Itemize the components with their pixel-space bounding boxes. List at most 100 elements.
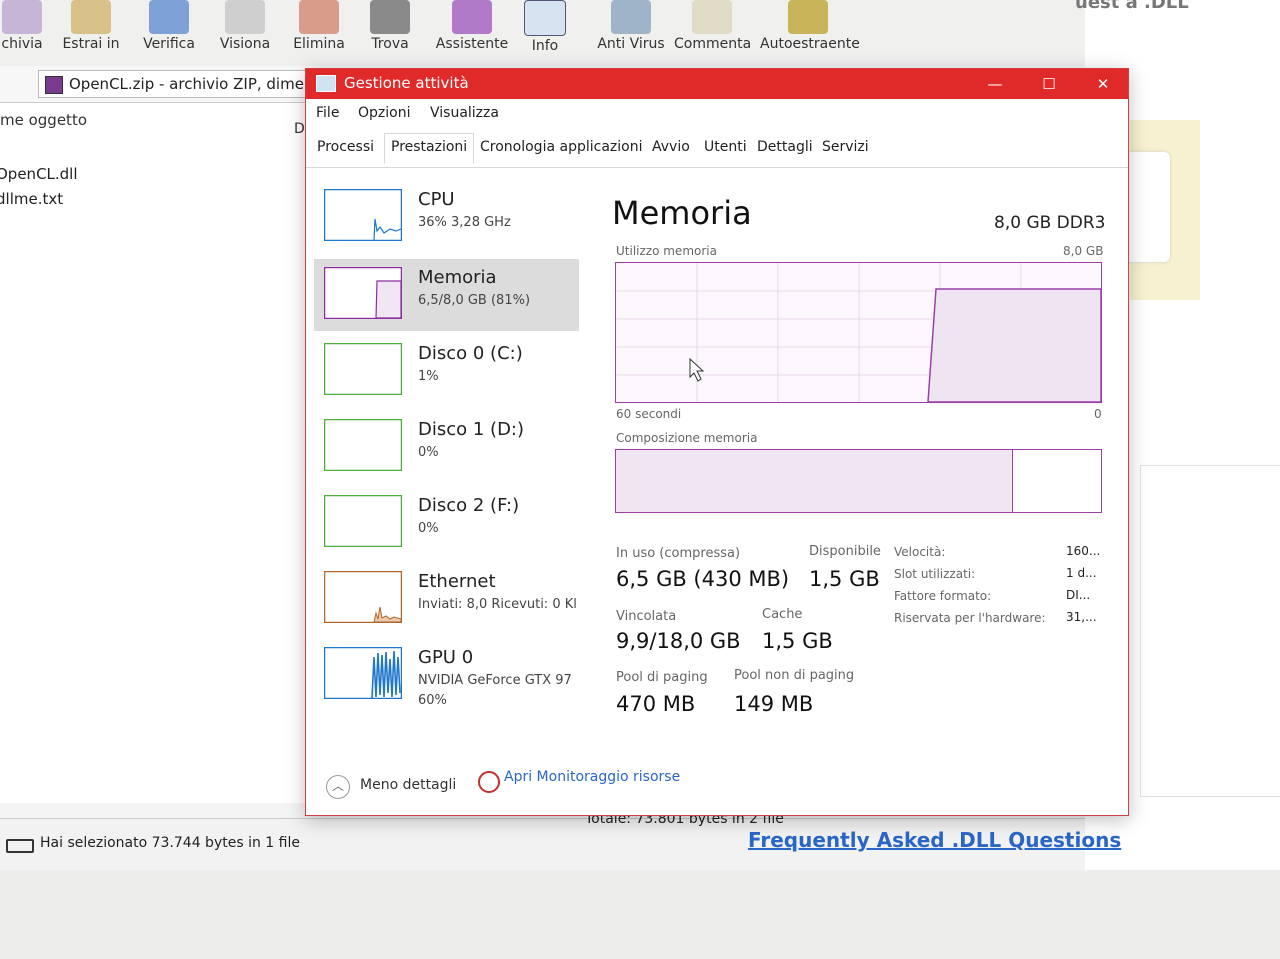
test-icon <box>149 0 189 34</box>
chevron-up-icon[interactable]: ︿ <box>326 775 350 799</box>
sidebar-item-value: Inviati: 8,0 Ricevuti: 0 Kl <box>418 597 577 612</box>
axis-left-label: 60 secondi <box>616 407 682 421</box>
ethernet-mini-graph <box>324 571 402 623</box>
mini-graph-frame <box>324 419 402 471</box>
tab-performance[interactable]: Prestazioni <box>384 133 475 164</box>
tab-strip: Processi Prestazioni Cronologia applicaz… <box>306 131 1128 168</box>
composition-label: Composizione memoria <box>616 431 758 445</box>
resource-sidebar: CPU 36% 3,28 GHz Memoria 6,5/8,0 GB (81%… <box>314 175 579 765</box>
toolbar-info-button[interactable]: Info <box>520 0 570 54</box>
minimize-button[interactable]: — <box>972 71 1018 97</box>
menu-file[interactable]: File <box>316 105 339 121</box>
maximize-button[interactable]: ☐ <box>1026 71 1072 97</box>
form-factor-label: Fattore formato: <box>894 589 992 603</box>
disk-0-mini-graph <box>324 343 402 395</box>
sidebar-item-label: Disco 0 (C:) <box>418 343 523 364</box>
resource-monitor-icon <box>478 771 500 793</box>
sidebar-item-disk-0[interactable]: Disco 0 (C:) 1% <box>314 335 579 407</box>
toolbar-sfx-button[interactable]: Autoestraente <box>760 0 860 52</box>
toolbar-archive-button[interactable]: chivia <box>0 0 48 52</box>
archive-path-field[interactable]: OpenCL.zip - archivio ZIP, dime <box>38 70 350 98</box>
sidebar-item-disk-2[interactable]: Disco 2 (F:) 0% <box>314 487 579 559</box>
tab-services[interactable]: Servizi <box>822 139 869 155</box>
memory-mini-graph <box>324 267 402 319</box>
sidebar-item-gpu[interactable]: GPU 0 NVIDIA GeForce GTX 97 60% <box>314 639 579 723</box>
cached-label: Cache <box>762 607 803 622</box>
tab-startup[interactable]: Avvio <box>652 139 690 155</box>
sidebar-item-disk-1[interactable]: Disco 1 (D:) 0% <box>314 411 579 483</box>
gpu-mini-graph <box>324 647 402 699</box>
sidebar-item-ethernet[interactable]: Ethernet Inviati: 8,0 Ricevuti: 0 Kl <box>314 563 579 635</box>
toolbar-extract-button[interactable]: Estrai in <box>58 0 124 52</box>
menu-view[interactable]: Visualizza <box>430 105 499 121</box>
sidebar-item-value: 0% <box>418 521 439 536</box>
cpu-mini-graph <box>324 189 402 241</box>
title-bar[interactable]: Gestione attività — ☐ ✕ <box>306 69 1128 99</box>
committed-label: Vincolata <box>616 609 677 624</box>
sfx-icon <box>788 0 828 34</box>
desktop-bottom <box>0 870 1280 959</box>
usage-graph-max: 8,0 GB <box>1063 244 1104 258</box>
sidebar-item-memory[interactable]: Memoria 6,5/8,0 GB (81%) <box>314 259 579 331</box>
task-manager-window: Gestione attività — ☐ ✕ File Opzioni Vis… <box>305 68 1129 816</box>
slots-value: 1 d... <box>1066 566 1097 580</box>
tab-processes[interactable]: Processi <box>317 139 374 155</box>
disk-2-mini-graph <box>324 495 402 547</box>
find-icon <box>370 0 410 34</box>
available-label: Disponibile <box>809 544 881 559</box>
tab-users[interactable]: Utenti <box>704 139 747 155</box>
toolbar-find-button[interactable]: Trova <box>362 0 418 52</box>
sidebar-item-cpu[interactable]: CPU 36% 3,28 GHz <box>314 181 579 253</box>
sidebar-item-label: Memoria <box>418 267 497 288</box>
mini-graph-frame <box>324 571 402 623</box>
mini-graph-frame <box>324 189 402 241</box>
antivirus-icon <box>611 0 651 34</box>
memory-spec: 8,0 GB DDR3 <box>994 213 1106 233</box>
drive-icon <box>6 839 34 853</box>
paged-pool-label: Pool di paging <box>616 670 708 685</box>
memory-usage-graph <box>615 262 1102 403</box>
web-content-box <box>1140 465 1280 797</box>
toolbar-wizard-button[interactable]: Assistente <box>432 0 512 52</box>
wizard-icon <box>452 0 492 34</box>
sidebar-item-value: NVIDIA GeForce GTX 97 <box>418 673 572 688</box>
file-row[interactable]: dllme.txt <box>0 190 63 208</box>
toolbar-comment-button[interactable]: Commenta <box>674 0 751 52</box>
cached-value: 1,5 GB <box>762 629 833 653</box>
column-header-d[interactable]: D <box>294 121 305 137</box>
memory-composition-bar <box>615 449 1102 513</box>
toolbar-antivirus-button[interactable]: Anti Virus <box>596 0 666 52</box>
open-resource-monitor-link[interactable]: Apri Monitoraggio risorse <box>504 769 680 785</box>
menu-options[interactable]: Opzioni <box>358 105 410 121</box>
toolbar-delete-button[interactable]: Elimina <box>290 0 348 52</box>
zip-archive-icon <box>45 76 63 94</box>
file-list: me oggetto D OpenCL.dll dllme.txt <box>0 103 310 803</box>
extract-icon <box>71 0 111 34</box>
faq-link[interactable]: Frequently Asked .DLL Questions <box>748 828 1121 852</box>
fewer-details-button[interactable]: Meno dettagli <box>360 777 456 793</box>
speed-label: Velocità: <box>894 545 946 559</box>
panel-title: Memoria <box>612 194 752 232</box>
menu-bar: File Opzioni Visualizza <box>306 99 1128 129</box>
toolbar-view-button[interactable]: Visiona <box>215 0 275 52</box>
tab-app-history[interactable]: Cronologia applicazioni <box>480 139 642 155</box>
in-use-value: 6,5 GB (430 MB) <box>616 567 790 591</box>
hardware-reserved-label: Riservata per l'hardware: <box>894 611 1046 625</box>
sidebar-item-value: 6,5/8,0 GB (81%) <box>418 293 531 308</box>
file-row[interactable]: OpenCL.dll <box>0 165 78 183</box>
sidebar-item-label: CPU <box>418 189 455 210</box>
sidebar-item-value: 1% <box>418 369 439 384</box>
window-title: Gestione attività <box>344 74 469 92</box>
close-button[interactable]: ✕ <box>1080 71 1126 97</box>
toolbar-test-button[interactable]: Verifica <box>138 0 200 52</box>
memory-usage-area <box>927 288 1101 402</box>
task-manager-icon <box>316 75 336 92</box>
mini-graph-frame <box>324 495 402 547</box>
tab-details[interactable]: Dettagli <box>757 139 813 155</box>
paged-pool-value: 470 MB <box>616 692 696 716</box>
column-header-name[interactable]: me oggetto <box>0 111 87 129</box>
slots-label: Slot utilizzati: <box>894 567 976 581</box>
composition-in-use-segment <box>616 450 1013 512</box>
status-selected: Hai selezionato 73.744 bytes in 1 file <box>40 835 300 851</box>
hardware-reserved-value: 31,... <box>1066 610 1097 624</box>
